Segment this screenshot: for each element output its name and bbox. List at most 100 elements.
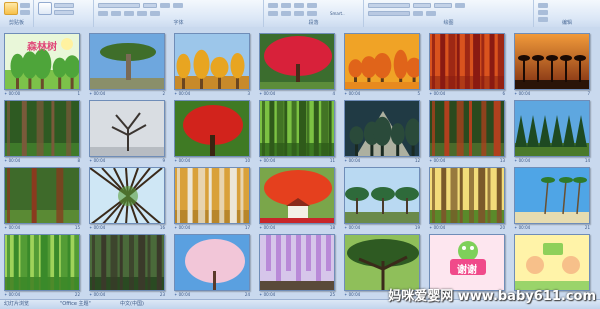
numbering-icon[interactable]: [281, 3, 291, 8]
slide-thumbnail[interactable]: [174, 167, 250, 224]
smartart-label[interactable]: Smart..: [330, 11, 345, 16]
font-color-icon[interactable]: [150, 11, 160, 16]
line-spacing-icon[interactable]: [307, 3, 317, 8]
transition-icon[interactable]: ✦: [89, 292, 92, 297]
transition-icon[interactable]: ✦: [4, 225, 7, 230]
find-icon[interactable]: [538, 3, 548, 8]
slide-meta: ✦ 00:04 18: [259, 225, 335, 231]
arrange-button[interactable]: [413, 3, 431, 8]
align-center-icon[interactable]: [281, 11, 291, 16]
transition-icon[interactable]: ✦: [429, 91, 432, 96]
transition-icon[interactable]: ✦: [259, 292, 262, 297]
slide-number: 2: [162, 91, 165, 96]
cut-icon[interactable]: [20, 3, 30, 8]
underline-icon[interactable]: [124, 11, 134, 16]
shapes-gallery[interactable]: [368, 3, 410, 8]
font-size-select[interactable]: [143, 3, 157, 8]
transition-icon[interactable]: ✦: [344, 225, 347, 230]
paste-icon[interactable]: [4, 2, 18, 15]
transition-icon[interactable]: ✦: [4, 158, 7, 163]
bullets-icon[interactable]: [268, 3, 278, 8]
slide-thumbnail[interactable]: [429, 167, 505, 224]
slide-thumbnail[interactable]: [344, 33, 420, 90]
slide-thumbnail[interactable]: [174, 33, 250, 90]
shape-effects-icon[interactable]: [426, 11, 436, 16]
slide-thumbnail[interactable]: [344, 100, 420, 157]
slide-thumbnail[interactable]: [4, 167, 80, 224]
transition-icon[interactable]: ✦: [429, 158, 432, 163]
slide-time: 00:04: [348, 158, 361, 163]
font-name-select[interactable]: [98, 3, 140, 8]
slide-thumbnail[interactable]: [89, 100, 165, 157]
slide-thumbnail[interactable]: [259, 33, 335, 90]
copy-icon[interactable]: [20, 10, 30, 15]
transition-icon[interactable]: ✦: [514, 158, 517, 163]
slide-thumbnail[interactable]: [89, 167, 165, 224]
indent-icon[interactable]: [294, 3, 304, 8]
transition-icon[interactable]: ✦: [514, 91, 517, 96]
shapes-gallery-row2[interactable]: [368, 11, 410, 16]
slide-thumbnail[interactable]: 森林树: [4, 33, 80, 90]
transition-icon[interactable]: ✦: [174, 158, 177, 163]
quick-styles-button[interactable]: [434, 3, 452, 8]
slide-thumbnail[interactable]: [259, 167, 335, 224]
transition-icon[interactable]: ✦: [4, 91, 7, 96]
bold-icon[interactable]: [98, 11, 108, 16]
transition-icon[interactable]: ✦: [514, 225, 517, 230]
transition-icon[interactable]: ✦: [344, 158, 347, 163]
slide-timing: ✦ 00:04: [344, 158, 360, 164]
slide-thumbnail[interactable]: [514, 234, 590, 291]
transition-icon[interactable]: ✦: [174, 225, 177, 230]
transition-icon[interactable]: ✦: [4, 292, 7, 297]
slide-thumbnail[interactable]: [89, 33, 165, 90]
slide-thumbnail[interactable]: [4, 100, 80, 157]
slide-thumbnail[interactable]: [4, 234, 80, 291]
shadow-icon[interactable]: [137, 11, 147, 16]
slide-thumbnail[interactable]: [259, 100, 335, 157]
transition-icon[interactable]: ✦: [344, 91, 347, 96]
transition-icon[interactable]: ✦: [174, 292, 177, 297]
transition-icon[interactable]: ✦: [174, 91, 177, 96]
slide-thumbnail[interactable]: [514, 100, 590, 157]
slide-thumbnail[interactable]: [89, 234, 165, 291]
replace-icon[interactable]: [538, 10, 548, 15]
transition-icon[interactable]: ✦: [259, 91, 262, 96]
group-label: 剪贴板: [8, 20, 24, 26]
transition-icon[interactable]: ✦: [259, 158, 262, 163]
slide-meta: ✦ 00:04 10: [174, 158, 250, 164]
slide-number: 21: [584, 225, 590, 230]
transition-icon[interactable]: ✦: [429, 225, 432, 230]
slide-time: 00:04: [348, 91, 361, 96]
transition-icon[interactable]: ✦: [89, 158, 92, 163]
shrink-font-icon[interactable]: [173, 3, 183, 8]
italic-icon[interactable]: [111, 11, 121, 16]
slide-thumbnail[interactable]: [429, 100, 505, 157]
slide-image: [430, 168, 504, 223]
slide-thumbnail[interactable]: [259, 234, 335, 291]
slide-thumbnail[interactable]: [344, 234, 420, 291]
slide-thumbnail[interactable]: [514, 33, 590, 90]
layout-button[interactable]: [54, 3, 74, 8]
transition-icon[interactable]: ✦: [89, 91, 92, 96]
slide-number: 4: [332, 91, 335, 96]
slide-image: [175, 168, 249, 223]
slide-thumbnail[interactable]: [174, 100, 250, 157]
transition-icon[interactable]: ✦: [344, 292, 347, 297]
transition-icon[interactable]: ✦: [259, 225, 262, 230]
font-group: 字体: [94, 0, 264, 27]
shape-outline-icon[interactable]: [413, 11, 423, 16]
slide-thumbnail[interactable]: [344, 167, 420, 224]
new-slide-icon[interactable]: [38, 2, 52, 15]
align-left-icon[interactable]: [268, 11, 278, 16]
slide-thumbnail[interactable]: [429, 33, 505, 90]
slide-thumbnail[interactable]: [514, 167, 590, 224]
transition-icon[interactable]: ✦: [89, 225, 92, 230]
slide-thumbnail[interactable]: 谢谢: [429, 234, 505, 291]
grow-font-icon[interactable]: [160, 3, 170, 8]
slide-timing: ✦ 00:04: [344, 91, 360, 97]
shape-fill-icon[interactable]: [455, 3, 465, 8]
justify-icon[interactable]: [307, 11, 317, 16]
align-right-icon[interactable]: [294, 11, 304, 16]
reset-button[interactable]: [54, 10, 74, 15]
slide-thumbnail[interactable]: [174, 234, 250, 291]
